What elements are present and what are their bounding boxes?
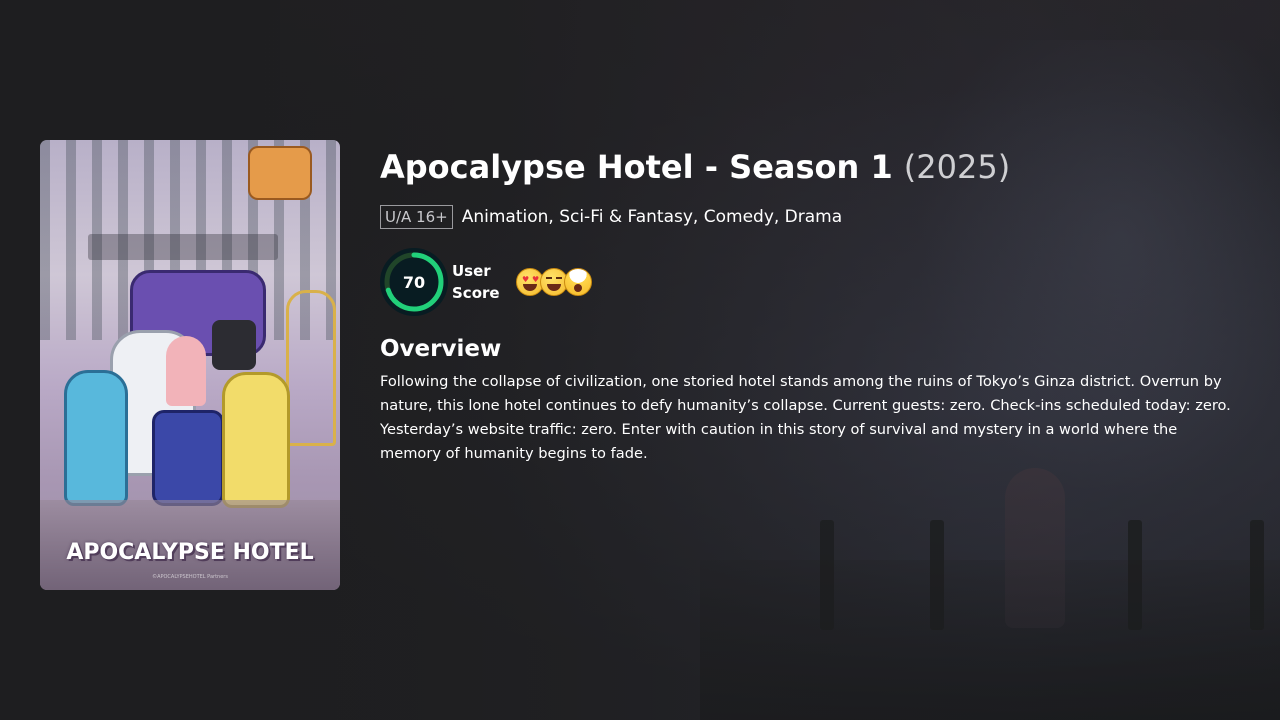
heart-eye-icon: ♥ xyxy=(522,275,530,284)
release-year: (2025) xyxy=(903,148,1011,186)
details-panel: Apocalypse Hotel - Season 1 (2025) U/A 1… xyxy=(380,148,1240,466)
poster-yellow-robot xyxy=(222,372,290,508)
poster-black-robot xyxy=(212,320,256,370)
title-row: Apocalypse Hotel - Season 1 (2025) xyxy=(380,148,1240,194)
user-score-chart[interactable]: 70 xyxy=(380,248,448,316)
show-title[interactable]: Apocalypse Hotel - Season 1 xyxy=(380,148,893,186)
emoji-mouth xyxy=(523,284,537,291)
exploding-head-face xyxy=(564,268,592,296)
score-label-line2: Score xyxy=(452,284,500,302)
overview-heading: Overview xyxy=(380,336,502,362)
score-label-line1: User xyxy=(452,262,491,280)
emoji-mouth xyxy=(574,284,582,292)
poster-navy-robot xyxy=(152,410,224,506)
score-label: User Score xyxy=(452,260,508,304)
heart-eye-icon: ♥ xyxy=(532,275,540,284)
poster-blue-robot xyxy=(64,370,128,506)
facts-row: U/A 16+ Animation, Sci-Fi & Fantasy, Com… xyxy=(380,204,1240,230)
certification-badge: U/A 16+ xyxy=(380,205,453,229)
emoji-mouth xyxy=(547,284,561,291)
poster-gold-cart xyxy=(286,290,336,446)
overview-text: Following the collapse of civilization, … xyxy=(380,373,1231,462)
reaction-emojis: ♥ ♥ xyxy=(516,268,592,296)
poster-title-logo: APOCALYPSE HOTEL xyxy=(66,540,314,565)
poster-orange-robot xyxy=(248,146,312,200)
genre-list[interactable]: Animation, Sci-Fi & Fantasy, Comedy, Dra… xyxy=(462,207,842,227)
score-value: 70 xyxy=(402,272,426,292)
poster-girl xyxy=(166,336,206,406)
poster-image[interactable]: APOCALYPSE HOTEL ©APOCALYPSEHOTEL Partne… xyxy=(40,140,340,590)
poster-credit: ©APOCALYPSEHOTEL Partners xyxy=(152,574,228,580)
score-row: 70 User Score ♥ ♥ xyxy=(380,248,1240,316)
exploding-head-emoji xyxy=(564,268,592,296)
poster-hotel-sign xyxy=(88,234,278,260)
